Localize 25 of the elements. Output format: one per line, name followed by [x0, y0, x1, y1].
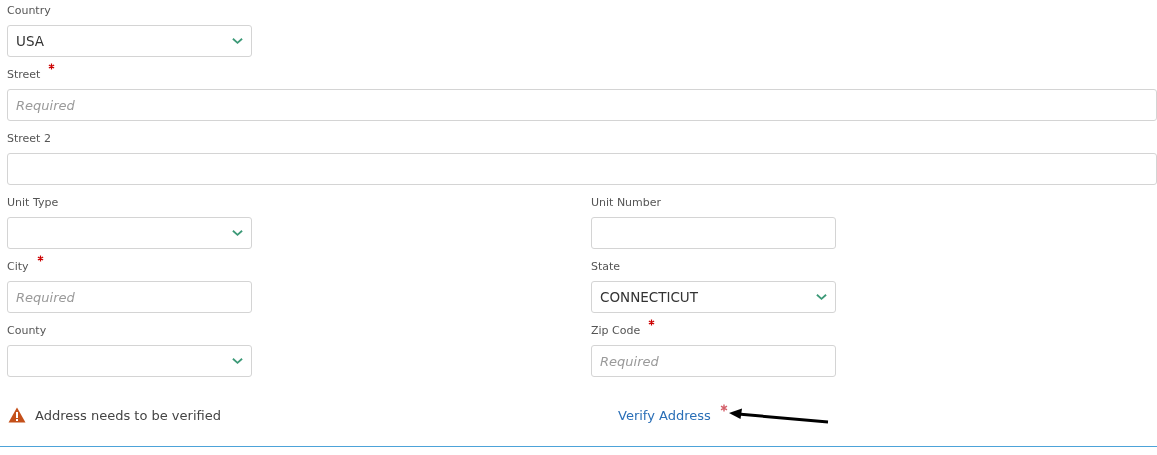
- chevron-down-icon: [232, 37, 243, 45]
- chevron-down-icon: [232, 229, 243, 237]
- dropdown[interactable]: USA: [7, 25, 252, 57]
- field-label: State: [591, 259, 621, 275]
- field-label: Street 2: [7, 131, 51, 147]
- chevron-down-icon: [816, 293, 827, 301]
- dropdown[interactable]: CONNECTICUT: [591, 281, 836, 313]
- dropdown[interactable]: [7, 345, 252, 377]
- field-label: Zip Code: [591, 323, 641, 339]
- field-label: City: [7, 259, 29, 275]
- input-field[interactable]: Required: [591, 345, 836, 377]
- input-field[interactable]: Required: [7, 281, 252, 313]
- field-label: Unit Type: [7, 195, 59, 211]
- chevron-down-icon: [232, 357, 243, 365]
- warning-message: Address needs to be verified: [35, 407, 221, 423]
- verify-address-link[interactable]: Verify Address: [618, 407, 711, 423]
- field-label: Unit Number: [591, 195, 662, 211]
- dropdown[interactable]: [7, 217, 252, 249]
- input-field[interactable]: Required: [7, 89, 1157, 121]
- field-label: Street: [7, 67, 41, 83]
- input-field[interactable]: [591, 217, 836, 249]
- field-label: Country: [7, 3, 51, 19]
- warning-icon: [8, 407, 26, 423]
- input-field[interactable]: [7, 153, 1157, 185]
- field-label: County: [7, 323, 47, 339]
